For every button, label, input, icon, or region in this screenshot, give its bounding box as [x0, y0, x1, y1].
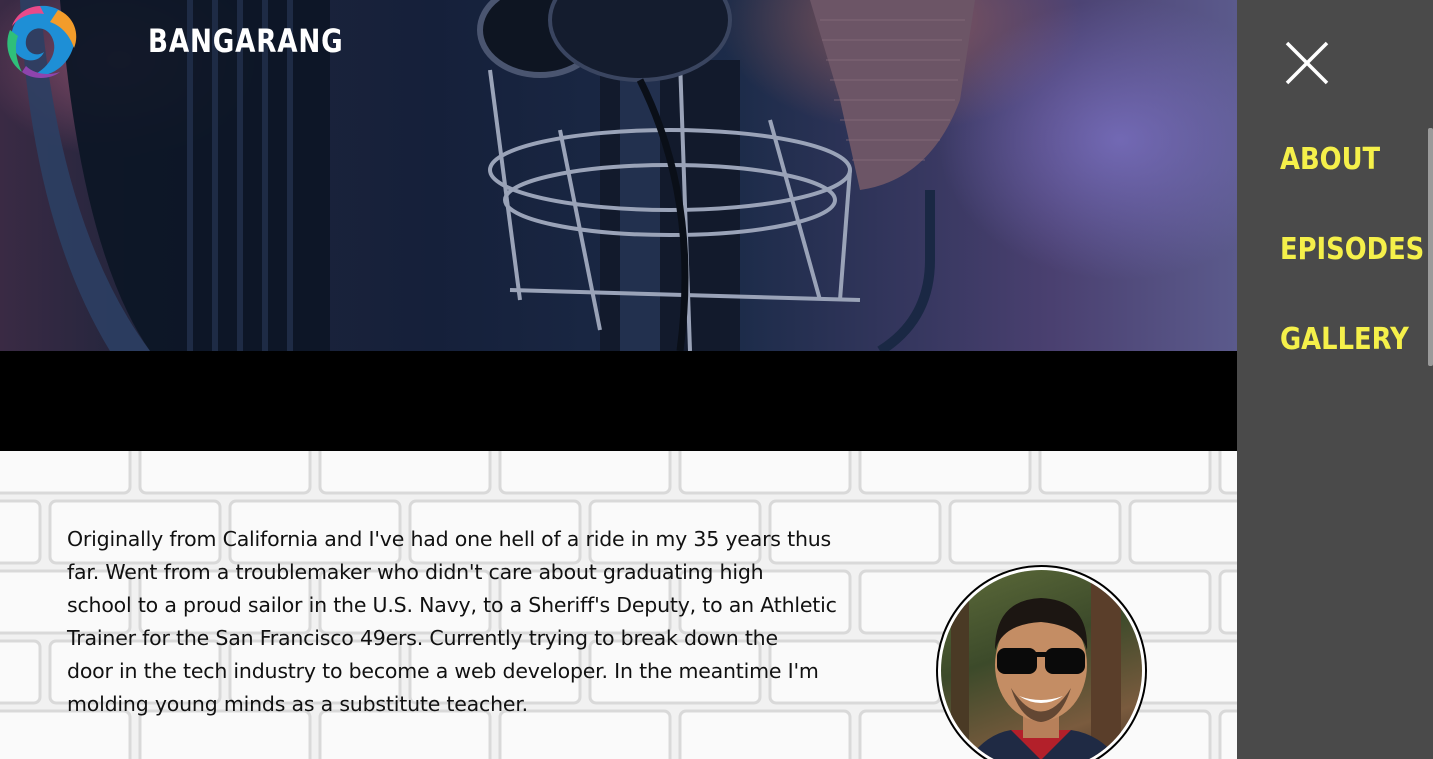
- bio-line: Trainer for the San Francisco 49ers. Cur…: [67, 626, 778, 650]
- side-menu: ABOUT EPISODES GALLERY: [1237, 0, 1433, 759]
- brand-title[interactable]: BANGARANG: [148, 22, 344, 60]
- section-divider: [0, 351, 1237, 451]
- about-bio: Originally from California and I've had …: [67, 523, 897, 721]
- menu-item-gallery[interactable]: GALLERY: [1280, 322, 1409, 357]
- menu-item-episodes[interactable]: EPISODES: [1280, 232, 1424, 267]
- page: BANGARANG Originally from California and…: [0, 0, 1433, 759]
- about-section: Originally from California and I've had …: [0, 451, 1237, 759]
- bio-line: molding young minds as a substitute teac…: [67, 692, 528, 716]
- menu-scrollbar[interactable]: [1428, 128, 1433, 366]
- bio-line: school to a proud sailor in the U.S. Nav…: [67, 593, 837, 617]
- close-icon[interactable]: [1284, 40, 1330, 86]
- profile-avatar: [936, 565, 1147, 759]
- bio-line: door in the tech industry to become a we…: [67, 659, 819, 683]
- bio-line: Originally from California and I've had …: [67, 527, 832, 551]
- profile-photo: [951, 570, 1121, 759]
- bio-line: far. Went from a troublemaker who didn't…: [67, 560, 764, 584]
- swirl-logo-icon[interactable]: [0, 0, 80, 84]
- hero-banner-image: BANGARANG: [0, 0, 1237, 351]
- menu-item-about[interactable]: ABOUT: [1280, 142, 1380, 177]
